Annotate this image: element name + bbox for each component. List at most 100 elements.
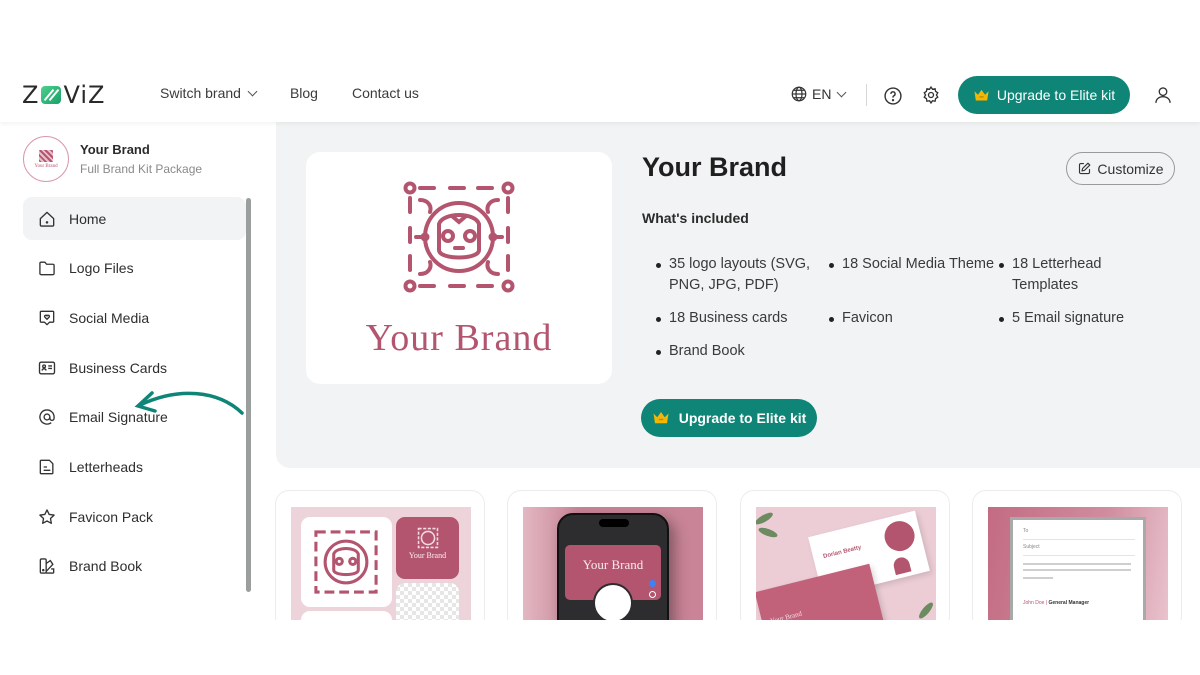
sidebar-item-label: Favicon Pack [69,508,154,525]
card-shape [881,517,918,555]
app-viewport: Z ViZ Switch brand Blog Contact us EN Up… [0,60,1200,620]
robot-emblem-icon [403,181,515,293]
id-card-icon [38,361,56,375]
nav-divider [866,84,867,106]
sidebar-item-logo-files[interactable]: Logo Files [23,247,246,290]
document-icon [39,459,54,475]
status-dot-icon [649,580,656,587]
help-button[interactable] [883,86,903,111]
sidebar-item-business-cards[interactable]: Business Cards [23,346,246,389]
logo-files-preview-card[interactable]: Your Brand [275,490,485,620]
robot-emblem-icon [314,530,378,594]
sidebar-item-favicon-pack[interactable]: Favicon Pack [23,495,246,538]
upgrade-elite-kit-cta[interactable]: Upgrade to Elite kit [641,399,817,437]
nav-right-group: EN Upgrade to Elite kit [0,76,1200,114]
business-cards-thumbnail: Dorian Beatty Your Brand [756,507,936,620]
gear-icon [923,85,939,105]
brand-info: Your Brand Full Brand Kit Package [80,142,202,176]
home-icon [39,211,55,227]
sidebar-nav: Home Logo Files Social Media Business Ca… [23,197,246,595]
top-navigation: Z ViZ Switch brand Blog Contact us EN Up… [0,60,1200,122]
sidebar-item-label: Logo Files [69,260,134,277]
brand-logo-wordmark: Your Brand [365,317,553,359]
user-account-button[interactable] [1153,84,1173,111]
brand-name: Your Brand [80,142,150,157]
sidebar-item-label: Email Signature [69,409,168,426]
brand-logo-preview[interactable]: Your Brand [306,152,612,384]
whats-included-heading: What's included [642,210,749,226]
customize-button[interactable]: Customize [1066,152,1175,185]
status-dot-icon [649,591,656,598]
logo-variation-tile [301,517,392,607]
logo-variation-tile [301,611,392,620]
upgrade-cta-label: Upgrade to Elite kit [678,410,807,426]
leaf-decoration-icon [756,510,775,527]
sidebar-item-letterheads[interactable]: Letterheads [23,445,246,488]
language-selector[interactable]: EN [790,85,847,103]
upgrade-label: Upgrade to Elite kit [996,87,1116,103]
user-icon [1155,87,1171,103]
settings-button[interactable] [921,85,941,110]
globe-icon [791,86,807,102]
customize-label: Customize [1097,160,1164,177]
included-items-list: 35 logo layouts (SVG, PNG, JPG, PDF) 18 … [656,254,1176,362]
sidebar-item-label: Business Cards [69,359,168,376]
sidebar-item-label: Home [69,210,107,227]
business-card-name: Dorian Beatty [822,544,862,561]
crown-icon [653,412,669,424]
asset-previews: Your Brand Your Brand Dorian Beatty Your… [275,490,1200,620]
profile-picture [593,583,633,620]
included-item: 18 Letterhead Templates [999,254,1169,296]
divider [1023,539,1135,540]
included-item: 35 logo layouts (SVG, PNG, JPG, PDF) [656,254,829,296]
sidebar-scrollbar[interactable] [246,198,251,592]
sidebar-item-social-media[interactable]: Social Media [23,296,246,339]
included-item: Favicon [829,308,999,329]
business-card-brand: Your Brand [769,609,803,620]
included-item: 18 Social Media Theme [829,254,999,296]
email-to-label: To [1023,528,1029,534]
sidebar-item-brand-book[interactable]: Brand Book [23,545,246,588]
upgrade-elite-kit-button[interactable]: Upgrade to Elite kit [958,76,1130,114]
help-icon [884,87,902,105]
logo-variations-thumbnail: Your Brand [291,507,471,620]
brand-title: Your Brand [642,152,788,182]
edit-icon [1079,162,1091,175]
signature-line: John Doe | General Manager [1023,600,1090,606]
brand-card[interactable]: Your Brand Your Brand Full Brand Kit Pac… [23,136,202,182]
brand-hero-panel: Your Brand Your Brand Customize What's i… [276,122,1200,468]
email-signature-thumbnail: To Subject John Doe | General Manager Yo… [988,507,1168,620]
sidebar-item-label: Letterheads [69,458,143,475]
social-heart-icon [39,310,55,326]
signature-name: John Doe [1023,600,1045,606]
brand-package: Full Brand Kit Package [80,162,203,176]
crown-icon [974,89,989,100]
transparent-logo-tile [396,583,459,620]
leaf-decoration-icon [916,600,936,620]
brand-book-icon [39,558,55,575]
sidebar-item-label: Social Media [69,309,150,326]
chevron-down-icon [837,87,847,97]
phone-mockup: Your Brand [557,513,669,620]
sidebar-item-home[interactable]: Home [23,197,246,240]
brand-emblem-icon [39,149,53,162]
included-item: 5 Email signature [999,308,1169,329]
included-item: 18 Business cards [656,308,829,329]
placeholder-line [1023,563,1131,565]
logo-tile-text: Your Brand [408,551,447,560]
business-cards-preview-card[interactable]: Dorian Beatty Your Brand [740,490,950,620]
language-label: EN [812,86,832,102]
sidebar-item-email-signature[interactable]: Email Signature [23,396,246,439]
social-media-preview-card[interactable]: Your Brand [507,490,717,620]
email-subject-label: Subject [1023,544,1040,550]
sidebar: Your Brand Your Brand Full Brand Kit Pac… [0,122,260,620]
brand-avatar: Your Brand [23,136,69,182]
social-media-thumbnail: Your Brand [523,507,703,620]
signature-title: General Manager [1048,600,1090,606]
placeholder-line [1023,569,1131,571]
divider [1023,555,1135,556]
at-sign-icon [39,409,55,425]
email-signature-preview-card[interactable]: To Subject John Doe | General Manager Yo… [972,490,1182,620]
phone-notch [599,519,629,527]
included-item: Brand Book [656,341,829,362]
